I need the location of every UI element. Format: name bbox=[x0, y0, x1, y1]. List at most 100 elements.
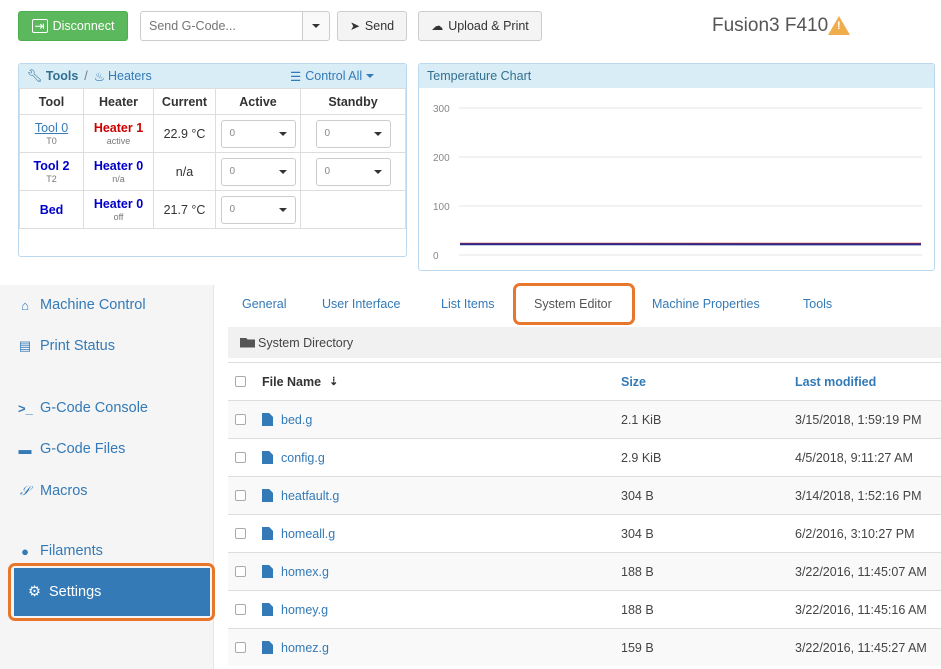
row-checkbox[interactable] bbox=[235, 566, 246, 577]
file-name[interactable]: homey.g bbox=[262, 603, 328, 617]
row-checkbox[interactable] bbox=[235, 452, 246, 463]
sidebar-item-machine-control[interactable]: ⌂ Machine Control bbox=[18, 297, 146, 313]
temperature-chart: 300 200 100 0 bbox=[433, 104, 922, 262]
heater-link[interactable]: Heater 0 bbox=[94, 197, 143, 211]
heater-link[interactable]: Heater 0 bbox=[94, 159, 143, 173]
chevron-down-icon bbox=[312, 24, 320, 28]
active-temp-select[interactable]: 0 bbox=[220, 195, 296, 224]
sidebar-item-filaments[interactable]: ● Filaments bbox=[18, 543, 103, 559]
send-icon: ➤ bbox=[349, 19, 360, 33]
tool-row: Tool 2 T2 Heater 0 n/a n/a 0 0 bbox=[19, 152, 406, 191]
file-name[interactable]: bed.g bbox=[262, 413, 312, 427]
tools-table-header: Tool Heater Current Active Standby bbox=[19, 88, 406, 115]
col-last-modified[interactable]: Last modified bbox=[795, 375, 876, 389]
file-row[interactable]: bed.g 2.1 KiB 3/15/2018, 1:59:19 PM bbox=[228, 400, 941, 438]
tab-list-items[interactable]: List Items bbox=[441, 297, 495, 311]
col-size[interactable]: Size bbox=[621, 375, 646, 389]
file-row[interactable]: heatfault.g 304 B 3/14/2018, 1:52:16 PM bbox=[228, 476, 941, 514]
file-name[interactable]: homez.g bbox=[262, 641, 329, 655]
file-modified: 3/22/2016, 11:45:27 AM bbox=[795, 640, 927, 655]
chart-y-tick: 300 bbox=[433, 104, 450, 115]
send-button[interactable]: ➤ Send bbox=[337, 11, 407, 41]
tools-panel-header: 🔧︎ Tools / ♨ Heaters ☰ Control All bbox=[19, 64, 406, 88]
file-icon bbox=[262, 451, 273, 464]
file-size: 159 B bbox=[621, 640, 654, 655]
active-temp-select[interactable]: 0 bbox=[220, 157, 296, 186]
sidebar-item-gcode-files[interactable]: ▬ G-Code Files bbox=[18, 441, 126, 457]
tab-user-interface[interactable]: User Interface bbox=[322, 297, 401, 311]
tab-machine-properties[interactable]: Machine Properties bbox=[652, 297, 760, 311]
sidebar-item-label: G-Code Files bbox=[40, 441, 126, 457]
select-all-checkbox[interactable] bbox=[235, 376, 246, 387]
col-tool: Tool bbox=[19, 88, 84, 115]
tool-link[interactable]: Tool 2 bbox=[34, 159, 70, 173]
file-size: 304 B bbox=[621, 488, 654, 503]
tools-heaters-panel: 🔧︎ Tools / ♨ Heaters ☰ Control All Tool … bbox=[18, 63, 407, 257]
sidebar-item-macros[interactable]: 𝒮 Macros bbox=[18, 483, 88, 499]
file-icon bbox=[262, 565, 273, 578]
file-size: 304 B bbox=[621, 526, 654, 541]
row-checkbox[interactable] bbox=[235, 414, 246, 425]
standby-empty bbox=[300, 190, 406, 229]
disconnect-button[interactable]: ⇥ Disconnect bbox=[18, 11, 128, 41]
row-checkbox[interactable] bbox=[235, 642, 246, 653]
row-checkbox[interactable] bbox=[235, 528, 246, 539]
file-modified: 3/14/2018, 1:52:16 PM bbox=[795, 488, 922, 503]
col-standby: Standby bbox=[300, 88, 406, 115]
warning-icon[interactable]: ! bbox=[828, 16, 850, 35]
file-row[interactable]: config.g 2.9 KiB 4/5/2018, 9:11:27 AM bbox=[228, 438, 941, 476]
sidebar-item-label: Machine Control bbox=[40, 297, 146, 313]
row-checkbox[interactable] bbox=[235, 490, 246, 501]
chart-y-tick: 0 bbox=[433, 251, 439, 262]
col-file-name[interactable]: File Name ⇣ bbox=[262, 375, 338, 389]
sidebar-item-print-status[interactable]: ▤ Print Status bbox=[18, 338, 115, 354]
file-name[interactable]: heatfault.g bbox=[262, 489, 339, 503]
file-icon bbox=[262, 489, 273, 502]
heater-link[interactable]: Heater 1 bbox=[94, 121, 143, 135]
file-row[interactable]: homey.g 188 B 3/22/2016, 11:45:16 AM bbox=[228, 590, 941, 628]
file-row[interactable]: homez.g 159 B 3/22/2016, 11:45:27 AM bbox=[228, 628, 941, 666]
chevron-down-icon bbox=[366, 74, 375, 78]
file-row[interactable]: homex.g 188 B 3/22/2016, 11:45:07 AM bbox=[228, 552, 941, 590]
active-temp-value: 0 bbox=[229, 128, 236, 139]
heater-state: active bbox=[106, 135, 131, 146]
file-name[interactable]: config.g bbox=[262, 451, 325, 465]
breadcrumb-tools[interactable]: Tools bbox=[46, 69, 78, 83]
chevron-down-icon bbox=[278, 169, 287, 174]
file-name[interactable]: homex.g bbox=[262, 565, 329, 579]
sidebar-item-gcode-console[interactable]: >_ G-Code Console bbox=[18, 400, 148, 416]
file-row[interactable]: homeall.g 304 B 6/2/2016, 3:10:27 PM bbox=[228, 514, 941, 552]
file-modified: 6/2/2016, 3:10:27 PM bbox=[795, 526, 915, 541]
tab-general[interactable]: General bbox=[242, 297, 286, 311]
col-current: Current bbox=[153, 88, 216, 115]
standby-temp-select[interactable]: 0 bbox=[315, 119, 391, 148]
system-editor-highlight bbox=[513, 283, 635, 325]
upload-label: Upload & Print bbox=[448, 19, 529, 33]
file-modified: 3/22/2016, 11:45:16 AM bbox=[795, 602, 927, 617]
current-temp: n/a bbox=[153, 152, 216, 191]
control-all-dropdown[interactable]: ☰ Control All bbox=[290, 69, 375, 84]
tab-tools[interactable]: Tools bbox=[803, 297, 832, 311]
standby-temp-select[interactable]: 0 bbox=[315, 157, 391, 186]
tool-link[interactable]: Bed bbox=[40, 203, 64, 217]
breadcrumb-heaters[interactable]: Heaters bbox=[108, 69, 152, 83]
gcode-history-dropdown[interactable] bbox=[302, 11, 330, 41]
chevron-down-icon bbox=[278, 131, 287, 136]
macro-icon: 𝒮 bbox=[19, 483, 31, 498]
upload-print-button[interactable]: ☁ Upload & Print bbox=[418, 11, 542, 41]
gcode-input[interactable] bbox=[140, 11, 303, 41]
hdd-icon: ▬ bbox=[18, 441, 32, 457]
tools-table: Tool Heater Current Active Standby Tool … bbox=[19, 88, 406, 229]
file-size: 2.1 KiB bbox=[621, 412, 662, 427]
temperature-chart-panel: Temperature Chart 300 200 100 0 bbox=[418, 63, 935, 271]
row-checkbox[interactable] bbox=[235, 604, 246, 615]
file-name[interactable]: homeall.g bbox=[262, 527, 335, 541]
active-temp-value: 0 bbox=[229, 204, 236, 215]
directory-name[interactable]: System Directory bbox=[258, 336, 353, 350]
tool-link[interactable]: Tool 0 bbox=[35, 121, 68, 135]
active-temp-select[interactable]: 0 bbox=[220, 119, 296, 148]
col-file-name-label: File Name bbox=[262, 374, 322, 389]
standby-temp-value: 0 bbox=[324, 128, 331, 139]
chevron-down-icon bbox=[373, 131, 382, 136]
col-heater: Heater bbox=[83, 88, 154, 115]
